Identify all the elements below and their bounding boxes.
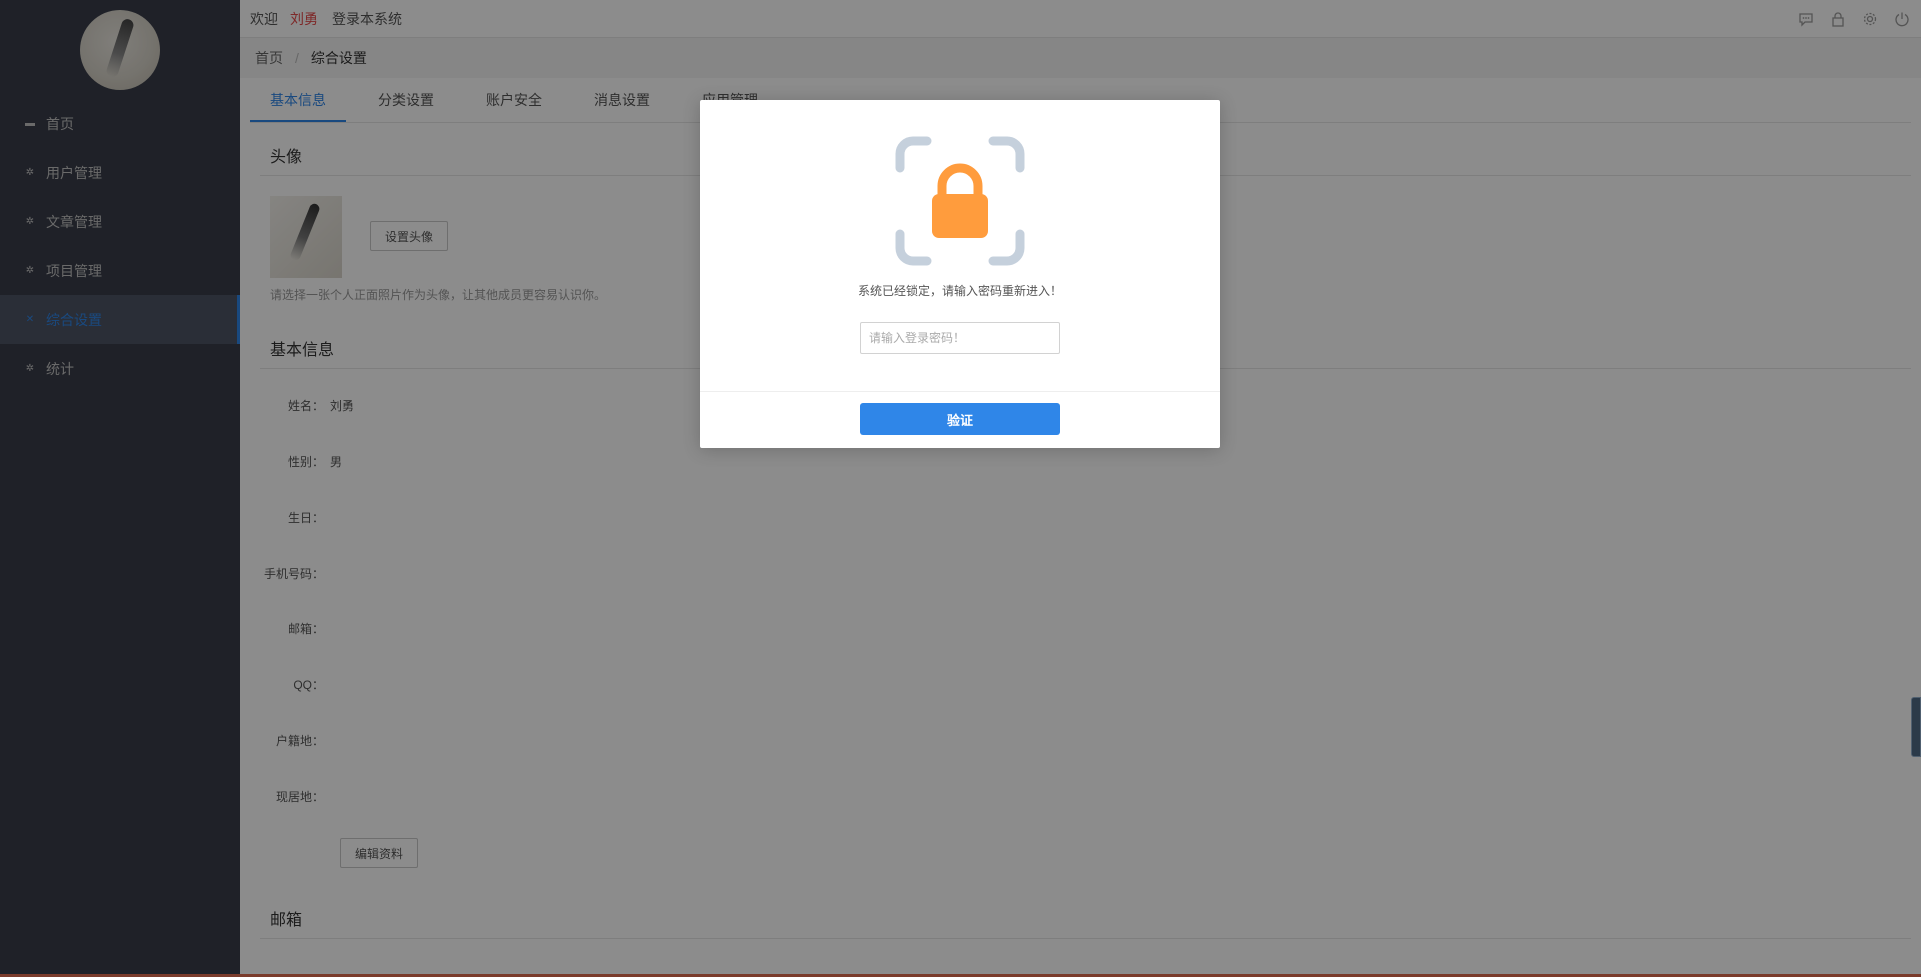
dialog-divider <box>700 391 1220 392</box>
lock-icon <box>895 136 1025 266</box>
lock-screen-dialog: 系统已经锁定，请输入密码重新进入！ 验证 <box>700 100 1220 448</box>
lock-message: 系统已经锁定，请输入密码重新进入！ <box>857 284 1062 298</box>
side-scroll-widget[interactable] <box>1911 697 1921 757</box>
verify-button[interactable]: 验证 <box>860 403 1060 435</box>
password-input[interactable] <box>860 322 1060 354</box>
